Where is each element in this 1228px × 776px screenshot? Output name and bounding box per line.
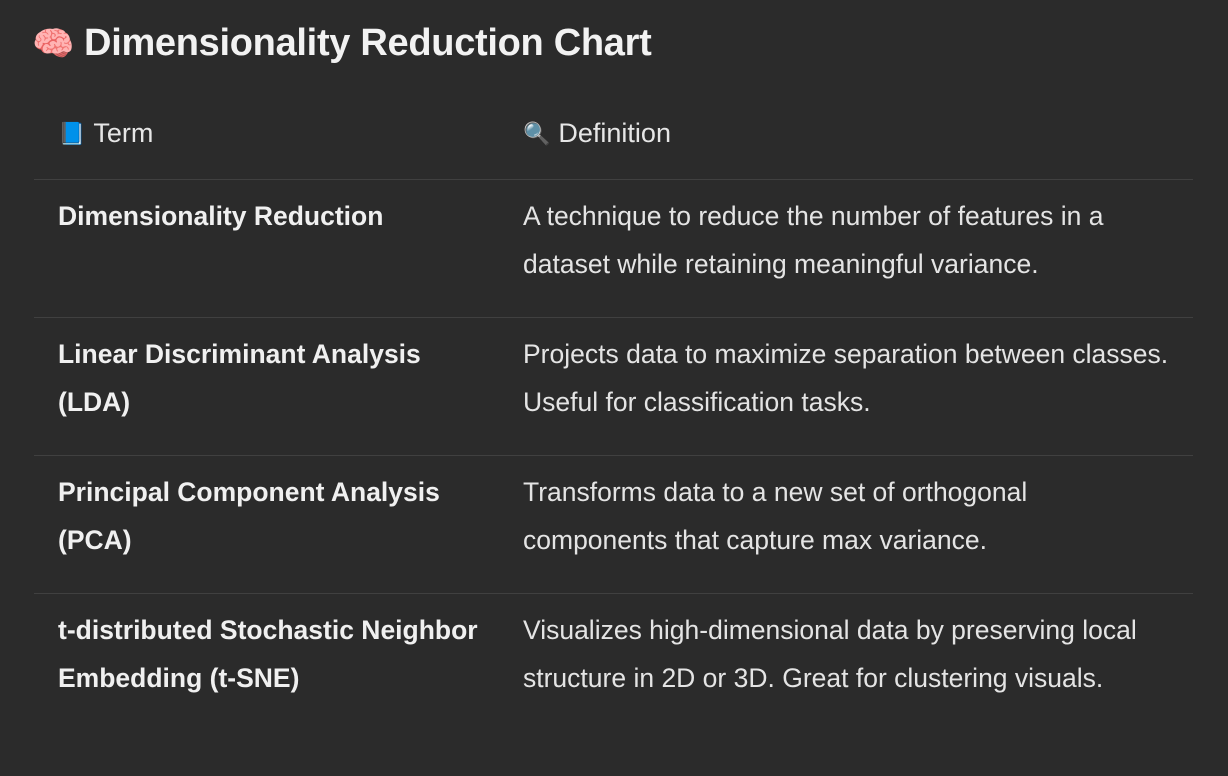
- page-title: 🧠 Dimensionality Reduction Chart: [32, 22, 652, 65]
- definition-text: Projects data to maximize separation bet…: [523, 339, 1169, 417]
- term-cell: Dimensionality Reduction: [34, 168, 523, 240]
- term-text: Principal Component Analysis (PCA): [58, 477, 440, 555]
- definition-cell: Visualizes high-dimensional data by pres…: [523, 582, 1193, 702]
- term-header-label: Term: [93, 118, 154, 148]
- term-text: Linear Discriminant Analysis (LDA): [58, 339, 421, 417]
- blue-book-icon: 📘: [58, 120, 86, 146]
- table-row: Linear Discriminant Analysis (LDA) Proje…: [34, 318, 1193, 456]
- magnifying-glass-icon: 🔍: [523, 120, 551, 146]
- definition-column-header: 🔍 Definition: [523, 96, 1193, 149]
- definition-cell: A technique to reduce the number of feat…: [523, 168, 1193, 288]
- term-cell: t-distributed Stochastic Neighbor Embedd…: [34, 582, 523, 702]
- table-row: t-distributed Stochastic Neighbor Embedd…: [34, 594, 1193, 764]
- term-text: Dimensionality Reduction: [58, 201, 384, 231]
- brain-icon: 🧠: [32, 24, 75, 63]
- definition-cell: Transforms data to a new set of orthogon…: [523, 444, 1193, 564]
- definitions-table: 📘 Term 🔍 Definition Dimensionality Reduc…: [34, 96, 1193, 764]
- term-cell: Linear Discriminant Analysis (LDA): [34, 306, 523, 426]
- term-column-header: 📘 Term: [34, 96, 523, 149]
- term-cell: Principal Component Analysis (PCA): [34, 444, 523, 564]
- definition-text: Visualizes high-dimensional data by pres…: [523, 615, 1137, 693]
- term-text: t-distributed Stochastic Neighbor Embedd…: [58, 615, 478, 693]
- table-row: Principal Component Analysis (PCA) Trans…: [34, 456, 1193, 594]
- definition-text: Transforms data to a new set of orthogon…: [523, 477, 1028, 555]
- definition-header-label: Definition: [558, 118, 671, 148]
- definition-text: A technique to reduce the number of feat…: [523, 201, 1104, 279]
- page-title-text: Dimensionality Reduction Chart: [84, 22, 652, 64]
- definition-cell: Projects data to maximize separation bet…: [523, 306, 1193, 426]
- table-row: Dimensionality Reduction A technique to …: [34, 180, 1193, 318]
